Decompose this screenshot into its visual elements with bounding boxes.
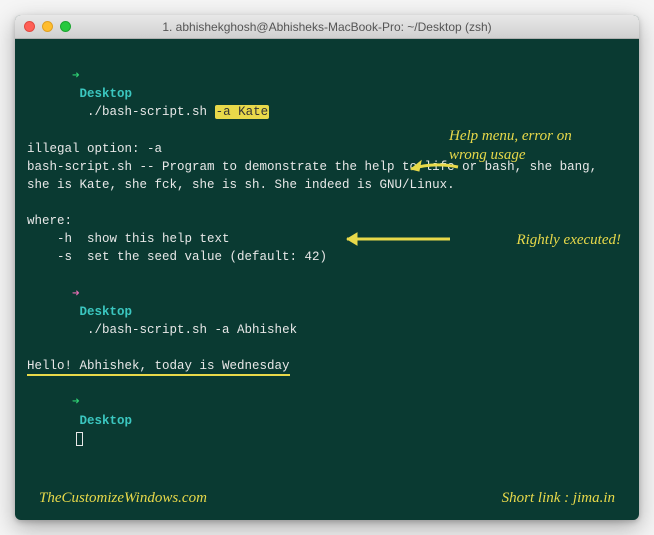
- prompt-arrow-icon: ➜: [72, 69, 80, 83]
- prompt-line-2: ➜ Desktop ./bash-script.sh -a Abhishek: [27, 267, 627, 358]
- maximize-icon[interactable]: [60, 21, 71, 32]
- footer-shortlink: Short link : jima.in: [502, 488, 615, 510]
- output-hello: Hello! Abhishek, today is Wednesday: [27, 357, 627, 375]
- underlined-output: Hello! Abhishek, today is Wednesday: [27, 359, 290, 376]
- footer-site: TheCustomizeWindows.com: [39, 488, 207, 510]
- output-opt-s: -s set the seed value (default: 42): [27, 248, 627, 266]
- window-title: 1. abhishekghosh@Abhisheks-MacBook-Pro: …: [23, 20, 631, 34]
- prompt-line-3: ➜ Desktop: [27, 375, 627, 466]
- titlebar[interactable]: 1. abhishekghosh@Abhisheks-MacBook-Pro: …: [15, 15, 639, 39]
- cursor-icon: [76, 432, 83, 446]
- prompt-arrow-icon: ➜: [72, 395, 80, 409]
- close-icon[interactable]: [24, 21, 35, 32]
- prompt-location: Desktop: [80, 305, 133, 319]
- output-where: where:: [27, 212, 627, 230]
- annotation-help: Help menu, error on wrong usage: [449, 127, 609, 165]
- annotation-arrow-icon: [403, 157, 463, 187]
- command-text: ./bash-script.sh -a Abhishek: [87, 323, 297, 337]
- minimize-icon[interactable]: [42, 21, 53, 32]
- prompt-location: Desktop: [80, 414, 133, 428]
- annotation-right: Rightly executed!: [516, 231, 621, 250]
- terminal-body[interactable]: ➜ Desktop ./bash-script.sh -a Kate illeg…: [15, 39, 639, 520]
- terminal-window: 1. abhishekghosh@Abhisheks-MacBook-Pro: …: [15, 15, 639, 520]
- highlighted-arg: -a Kate: [215, 105, 270, 119]
- prompt-arrow-icon: ➜: [72, 287, 80, 301]
- blank-line: [27, 194, 627, 212]
- footer: TheCustomizeWindows.com Short link : jim…: [15, 488, 639, 510]
- prompt-location: Desktop: [80, 87, 133, 101]
- window-controls: [24, 21, 71, 32]
- annotation-arrow-icon: [335, 229, 455, 249]
- command-text: ./bash-script.sh: [87, 105, 215, 119]
